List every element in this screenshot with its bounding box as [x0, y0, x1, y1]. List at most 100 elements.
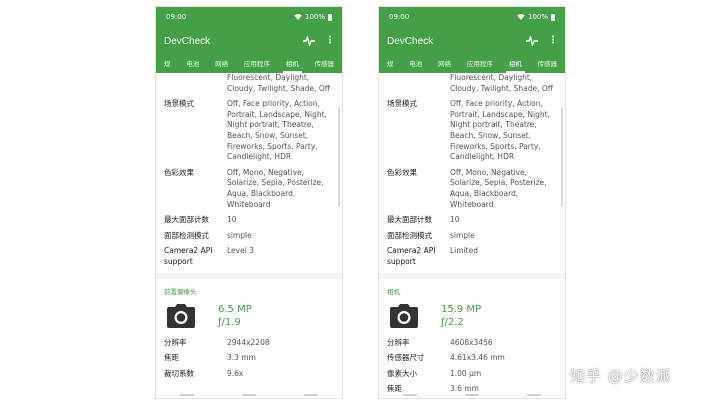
camera-summary: 6.5 MP ƒ/1.9: [164, 303, 342, 329]
info-label: 面部检测模式: [387, 230, 432, 240]
pulse-icon[interactable]: [303, 36, 315, 46]
info-label: 场景模式: [387, 99, 417, 109]
status-bar: 09:00 100%: [156, 7, 342, 27]
section-divider: [379, 272, 565, 279]
info-label: 像素大小: [387, 368, 417, 378]
battery-icon: [551, 13, 555, 21]
info-row-pixel-size: 像素大小 1.00 μm: [387, 369, 565, 380]
tab-apps[interactable]: 应用程序: [244, 58, 270, 73]
info-row-color-effect: 色彩效果 Off, Mono, Negative, Solarize, Sepi…: [164, 168, 342, 210]
info-row-camera2-api: Camera2 API support Limited: [387, 246, 565, 267]
info-label: 色彩效果: [387, 167, 417, 177]
info-value-line: Off, Face priority, Action,: [227, 99, 320, 109]
camera-summary: 15.9 MP ƒ/2.2: [387, 303, 565, 329]
info-row-sensor-size: 传感器尺寸 4.61x3.46 mm: [387, 353, 565, 364]
camera-icon: [390, 303, 418, 328]
info-label: 焦距: [164, 353, 179, 363]
info-value-line: Candlelight, HDR: [450, 152, 515, 162]
tab-sensors[interactable]: 传感器: [315, 58, 335, 73]
info-row-scene-mode: 场景模式 Off, Face priority, Action, Portrai…: [164, 99, 342, 163]
watermark-text: 知乎 @少数派: [570, 367, 672, 385]
info-value-line: Candlelight, HDR: [227, 152, 292, 162]
info-value-line: Whiteboard: [450, 199, 494, 209]
status-bar: 09:00 100%: [379, 7, 565, 27]
info-value-line: Fireworks, Sports, Party,: [227, 141, 318, 151]
tab-system[interactable]: 规: [387, 58, 394, 73]
tab-camera[interactable]: 相机: [505, 58, 525, 73]
megapixels: 6.5 MP: [218, 303, 252, 315]
info-label: Camera2 API support: [164, 246, 213, 266]
info-value: 10: [227, 215, 237, 225]
more-options-icon[interactable]: ⋮: [548, 36, 558, 46]
scrollbar[interactable]: [561, 107, 563, 207]
nav-home[interactable]: [465, 394, 479, 396]
scrollbar[interactable]: [338, 107, 340, 207]
tab-network[interactable]: 网络: [215, 58, 228, 73]
info-row-white-balance: Fluorescent, Daylight, Cloudy, Twilight,…: [164, 73, 342, 94]
megapixels: 15.9 MP: [441, 303, 482, 315]
tab-apps[interactable]: 应用程序: [467, 58, 493, 73]
section-title: 前置摄像头: [164, 287, 197, 296]
tab-camera[interactable]: 相机: [282, 58, 302, 73]
info-value-line: Solarize, Sepia, Posterize,: [450, 178, 547, 188]
info-row-face-detect-mode: 面部检测模式 simple: [387, 231, 565, 242]
info-value-line: Beach, Snow, Sunset,: [450, 130, 532, 140]
tab-battery[interactable]: 电池: [186, 58, 199, 73]
app-title: DevCheck: [164, 35, 211, 47]
nav-recent[interactable]: [304, 394, 318, 396]
info-value-line: Aqua, Blackboard,: [450, 188, 519, 198]
info-value: 3.3 mm: [227, 353, 256, 363]
tab-battery[interactable]: 电池: [409, 58, 422, 73]
section-divider: [156, 272, 342, 279]
info-value-line: Fluorescent, Daylight,: [227, 73, 310, 82]
nav-back[interactable]: [403, 394, 417, 396]
pulse-icon[interactable]: [526, 36, 538, 46]
app-bar: DevCheck ⋮: [156, 27, 342, 55]
info-value-line: Night portrait, Theatre,: [227, 120, 314, 130]
camera-info-list: Fluorescent, Daylight, Cloudy, Twilight,…: [379, 73, 565, 395]
nav-home[interactable]: [242, 394, 256, 396]
wifi-icon: [294, 14, 302, 20]
info-value-line: Portrait, Landscape, Night,: [450, 109, 550, 119]
info-value-line: Cloudy, Twilight, Shade, Off: [450, 83, 553, 93]
nav-bar: [156, 392, 342, 398]
info-row-focal-length: 焦距 3.3 mm: [164, 353, 342, 364]
status-indicators: 100%: [294, 13, 332, 21]
info-value: 10: [450, 215, 460, 225]
info-value-line: Fireworks, Sports, Party,: [450, 141, 541, 151]
info-row-crop-factor: 裁切系数 9.6x: [164, 369, 342, 380]
aperture: ƒ/2.2: [441, 316, 464, 328]
tab-network[interactable]: 网络: [438, 58, 451, 73]
battery-percent: 100%: [304, 13, 325, 21]
info-label: Camera2 API support: [387, 246, 436, 266]
nav-bar: [379, 392, 565, 398]
info-label: 裁切系数: [164, 368, 194, 378]
battery-icon: [328, 13, 332, 21]
info-value: 9.6x: [227, 368, 244, 378]
tab-sensors[interactable]: 传感器: [538, 58, 558, 73]
more-options-icon[interactable]: ⋮: [325, 36, 335, 46]
app-title: DevCheck: [387, 35, 434, 47]
info-row-white-balance: Fluorescent, Daylight, Cloudy, Twilight,…: [387, 73, 565, 94]
info-value-line: Beach, Snow, Sunset,: [227, 130, 309, 140]
status-time: 09:00: [166, 13, 187, 21]
camera-info-list: Fluorescent, Daylight, Cloudy, Twilight,…: [156, 73, 342, 379]
tab-system[interactable]: 规: [164, 58, 171, 73]
nav-recent[interactable]: [527, 394, 541, 396]
info-label: 最大面部计数: [387, 215, 432, 225]
info-row-face-detect-mode: 面部检测模式 simple: [164, 231, 342, 242]
info-label: 分辨率: [164, 337, 187, 347]
info-value-line: Fluorescent, Daylight,: [450, 73, 533, 82]
info-label: 最大面部计数: [164, 215, 209, 225]
info-value: 1.00 μm: [450, 368, 482, 378]
info-row-resolution: 分辨率 4608x3456: [387, 338, 565, 349]
info-row-camera2-api: Camera2 API support Level 3: [164, 246, 342, 267]
info-label: 色彩效果: [164, 167, 194, 177]
nav-back[interactable]: [180, 394, 194, 396]
info-value: 2944x2208: [227, 337, 270, 347]
info-row-color-effect: 色彩效果 Off, Mono, Negative, Solarize, Sepi…: [387, 168, 565, 210]
info-value-line: Solarize, Sepia, Posterize,: [227, 178, 324, 188]
status-indicators: 100%: [517, 13, 555, 21]
battery-percent: 100%: [527, 13, 548, 21]
info-label: 传感器尺寸: [387, 353, 425, 363]
